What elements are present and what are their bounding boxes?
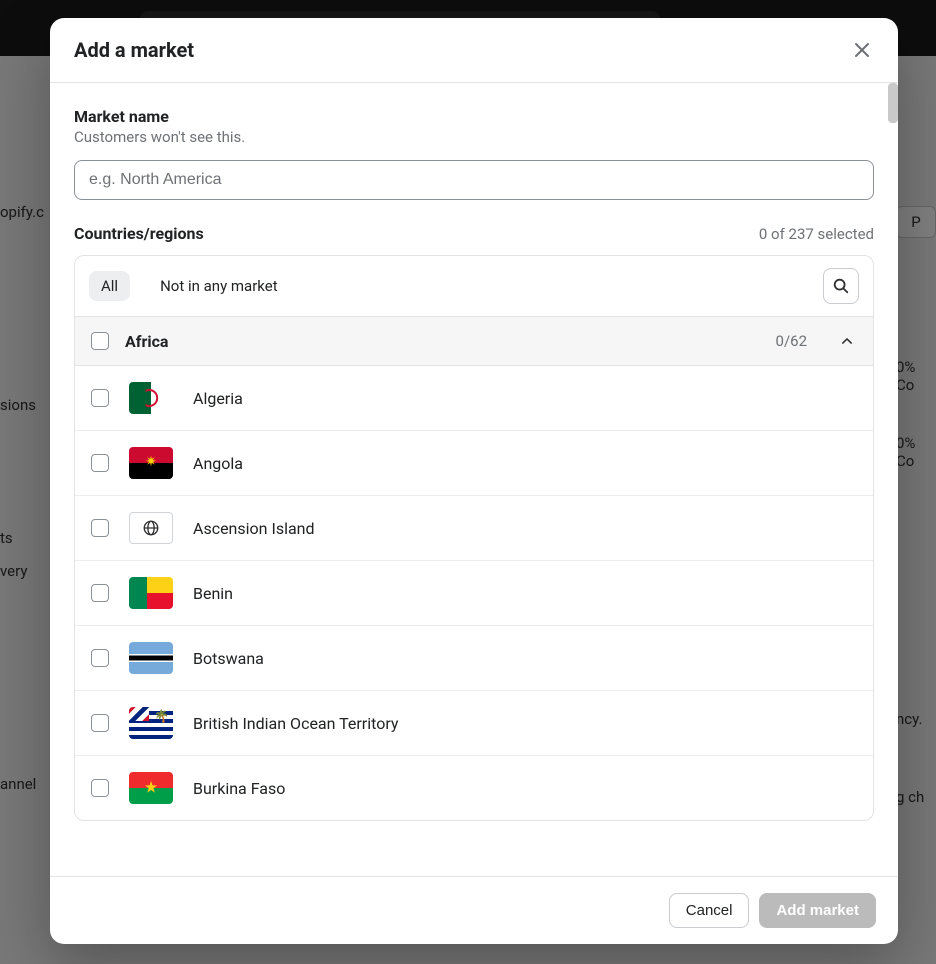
chevron-up-icon: [840, 334, 854, 348]
close-icon: [852, 40, 872, 60]
modal-body: Market name Customers won't see this. Co…: [50, 83, 898, 876]
tab-all[interactable]: All: [89, 271, 130, 301]
country-row-algeria[interactable]: Algeria: [75, 366, 873, 431]
country-checkbox[interactable]: [91, 454, 109, 472]
tab-not-in-market[interactable]: Not in any market: [148, 271, 290, 301]
country-row-biot[interactable]: British Indian Ocean Territory: [75, 691, 873, 756]
country-checkbox[interactable]: [91, 519, 109, 537]
countries-label: Countries/regions: [74, 224, 204, 243]
flag-botswana: [129, 642, 173, 674]
continent-count: 0/62: [776, 332, 807, 350]
flag-burkina-faso: [129, 772, 173, 804]
flag-benin: [129, 577, 173, 609]
country-name: British Indian Ocean Territory: [193, 714, 398, 733]
country-checkbox[interactable]: [91, 389, 109, 407]
country-name: Algeria: [193, 389, 243, 408]
country-search-button[interactable]: [823, 268, 859, 304]
country-name: Burkina Faso: [193, 779, 285, 798]
country-row-angola[interactable]: Angola: [75, 431, 873, 496]
continent-checkbox[interactable]: [91, 332, 109, 350]
flag-biot: [129, 707, 173, 739]
flag-algeria: [129, 382, 173, 414]
modal-footer: Cancel Add market: [50, 876, 898, 944]
globe-icon: [142, 519, 160, 537]
collapse-button[interactable]: [837, 331, 857, 351]
country-row-burkina-faso[interactable]: Burkina Faso: [75, 756, 873, 820]
add-market-button[interactable]: Add market: [759, 893, 876, 928]
country-checkbox[interactable]: [91, 584, 109, 602]
flag-ascension: [129, 512, 173, 544]
modal-header: Add a market: [50, 18, 898, 83]
close-button[interactable]: [850, 38, 874, 62]
country-row-ascension[interactable]: Ascension Island: [75, 496, 873, 561]
country-checkbox[interactable]: [91, 714, 109, 732]
country-row-benin[interactable]: Benin: [75, 561, 873, 626]
cancel-button[interactable]: Cancel: [669, 893, 750, 928]
search-icon: [832, 277, 850, 295]
market-name-input[interactable]: [74, 160, 874, 200]
country-name: Ascension Island: [193, 519, 315, 538]
country-row-botswana[interactable]: Botswana: [75, 626, 873, 691]
country-name: Benin: [193, 584, 233, 603]
country-name: Botswana: [193, 649, 264, 668]
country-list: Algeria Angola Ascension Island: [75, 366, 873, 820]
country-name: Angola: [193, 454, 243, 473]
scrollbar[interactable]: [888, 83, 898, 123]
market-name-label: Market name: [74, 107, 874, 126]
continent-header-africa[interactable]: Africa 0/62: [75, 317, 873, 366]
modal-title: Add a market: [74, 38, 194, 62]
market-name-help: Customers won't see this.: [74, 128, 874, 146]
country-checkbox[interactable]: [91, 779, 109, 797]
add-market-modal: Add a market Market name Customers won't…: [50, 18, 898, 944]
country-checkbox[interactable]: [91, 649, 109, 667]
countries-selected-count: 0 of 237 selected: [759, 225, 874, 243]
countries-filter-tabs: All Not in any market: [75, 256, 873, 317]
continent-name: Africa: [125, 332, 760, 351]
countries-card: All Not in any market Africa 0/62 Alge: [74, 255, 874, 821]
flag-angola: [129, 447, 173, 479]
